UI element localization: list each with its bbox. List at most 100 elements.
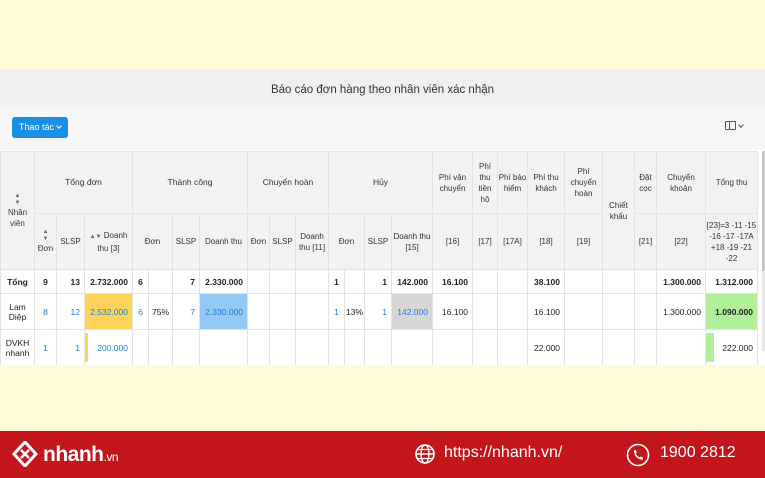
cell-cancel-slsp-link[interactable]: 1	[364, 293, 392, 330]
insurance-fee-header: Phí bảo hiểm	[497, 151, 528, 214]
employee-header-label: Nhân viên	[7, 207, 28, 228]
formula-header: [23]=3 -11 -15 -16 -17 -17A +18 -19 -21 …	[705, 213, 758, 270]
report-panel: Báo cáo đơn hàng theo nhân viên xác nhận…	[0, 69, 765, 365]
globe-icon	[415, 444, 435, 464]
cell-empty	[247, 293, 270, 330]
cod-fee-header: Phí thu tiền hộ	[472, 151, 498, 214]
cell-empty	[634, 269, 657, 294]
report-table: ▲ ▼ Nhân viên Tổng đơn Thành công Chuyển h…	[0, 151, 758, 365]
table-row-total: Tổng 9 13 2.732.000 6 7 2.330.000 1 1 14…	[0, 269, 758, 294]
cell-success-slsp-link[interactable]: 7	[172, 293, 200, 330]
brand-word: nhanh	[43, 443, 104, 466]
code-17: [17]	[472, 213, 498, 270]
cell-empty	[432, 329, 473, 365]
cell-empty	[472, 293, 498, 330]
cell-slsp: 13	[56, 269, 85, 294]
sub-revenue-3-header[interactable]: ▲▼ Doanh thu [3]	[84, 213, 133, 270]
actions-button-label: Thao tác	[18, 122, 55, 132]
row-name: Lam Diệp	[0, 293, 35, 330]
cell-empty	[564, 269, 603, 294]
cell-cancel-orders-link[interactable]: 1	[328, 293, 345, 330]
cell-empty	[172, 329, 200, 365]
cell-empty	[344, 269, 365, 294]
sub-revenue-3-label: Doanh thu [3]	[97, 230, 128, 253]
cell-empty	[497, 293, 528, 330]
cell-cancel-pct: 13%	[344, 293, 365, 330]
nhanh-logo-icon	[12, 441, 38, 467]
returned-revenue-header: Doanh thu [11]	[295, 213, 329, 270]
cancelled-slsp-header: SLSP	[364, 213, 392, 270]
total-collect-header: Tổng thu	[705, 151, 758, 214]
returned-header: Chuyển hoàn	[247, 151, 329, 214]
total-orders-header: Tổng đơn	[34, 151, 133, 214]
cell-customer-fee: 22.000	[527, 329, 565, 365]
cell-empty	[472, 269, 498, 294]
code-19: [19]	[564, 213, 603, 270]
revenue-bar	[85, 333, 88, 362]
cell-success-slsp: 7	[172, 269, 200, 294]
cell-empty	[564, 329, 603, 365]
deposit-header: Đặt cọc	[634, 151, 657, 214]
cell-orders: 9	[34, 269, 57, 294]
actions-button[interactable]: Thao tác	[12, 117, 68, 138]
cell-empty	[391, 329, 433, 365]
column-settings-icon[interactable]	[725, 121, 744, 130]
cell-empty	[602, 293, 635, 330]
cell-success-orders: 6	[132, 269, 149, 294]
cell-empty	[328, 329, 345, 365]
success-revenue-header: Doanh thu	[199, 213, 248, 270]
cell-success-orders-link[interactable]: 6	[132, 293, 149, 330]
cell-total: 1.312.000	[705, 269, 758, 294]
cell-total-value: 222.000	[722, 342, 753, 353]
cell-total: 222.000	[705, 329, 758, 365]
sort-icon: ▲▼	[42, 229, 49, 242]
sub-slsp-header: SLSP	[56, 213, 85, 270]
table-row-dvkh: DVKH nhanh 1 1 200.000 22.000 222.000	[0, 329, 758, 365]
success-don-header: Đơn	[132, 213, 173, 270]
cell-cancel-revenue-link[interactable]: 142.000	[391, 293, 433, 330]
cell-slsp-link[interactable]: 12	[56, 293, 85, 330]
cell-empty	[295, 329, 329, 365]
return-fee-header: Phí chuyển hoàn	[564, 151, 603, 214]
cell-orders-link[interactable]: 1	[34, 329, 57, 365]
returned-don-header: Đơn	[247, 213, 270, 270]
brand-name: nhanh.vn	[43, 443, 118, 467]
phone-number[interactable]: 1900 2812	[660, 444, 736, 462]
cancelled-revenue-header: Doanh thu [15]	[391, 213, 433, 270]
cell-revenue-link[interactable]: 2.532.000	[84, 293, 133, 330]
cell-empty	[199, 329, 248, 365]
cell-empty	[247, 269, 270, 294]
cell-customer-fee: 38.100	[527, 269, 565, 294]
cell-empty	[472, 329, 498, 365]
cell-empty	[656, 329, 706, 365]
cell-total: 1.090.000	[705, 293, 758, 330]
brand-suffix: .vn	[103, 450, 119, 464]
cell-revenue: 2.732.000	[84, 269, 133, 294]
cell-empty	[497, 329, 528, 365]
employee-header[interactable]: ▲ ▼ Nhân viên	[0, 151, 35, 270]
code-22: [22]	[656, 213, 706, 270]
cell-cancel-orders: 1	[328, 269, 345, 294]
discount-header: Chiết khấu	[602, 151, 635, 270]
cell-empty	[295, 293, 329, 330]
cell-success-pct: 75%	[148, 293, 173, 330]
transfer-header: Chuyển khoản	[656, 151, 706, 214]
row-name: DVKH nhanh	[0, 329, 35, 365]
cell-orders-link[interactable]: 8	[34, 293, 57, 330]
cell-success-revenue: 2.330.000	[199, 269, 248, 294]
cell-empty	[247, 329, 270, 365]
sub-don-header[interactable]: ▲ ▼ Đơn	[34, 213, 57, 270]
code-17a: [17A]	[497, 213, 528, 270]
cell-slsp-link[interactable]: 1	[56, 329, 85, 365]
cell-empty	[364, 329, 392, 365]
cell-empty	[634, 293, 657, 330]
website-link[interactable]: https://nhanh.vn/	[444, 444, 562, 462]
cell-shipping: 16.100	[432, 293, 473, 330]
cell-success-revenue-link[interactable]: 2.330.000	[199, 293, 248, 330]
cell-empty	[269, 329, 296, 365]
footer-banner: nhanh.vn https://nhanh.vn/ 1900 2812	[0, 431, 765, 478]
sub-don-label: Đơn	[37, 244, 54, 253]
success-header: Thành công	[132, 151, 248, 214]
cell-revenue-link[interactable]: 200.000	[84, 329, 133, 365]
cell-empty	[295, 269, 329, 294]
